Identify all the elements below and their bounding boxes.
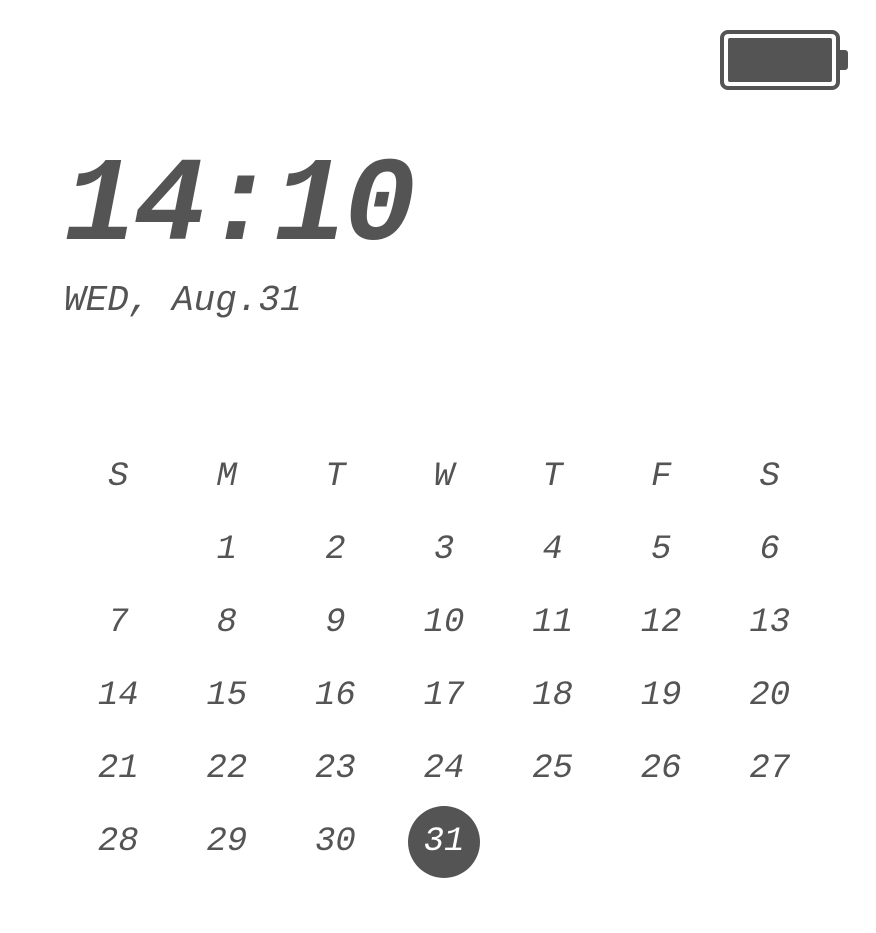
calendar-day[interactable]: 22 <box>173 750 282 788</box>
calendar-day-label: 30 <box>315 823 356 861</box>
calendar-day[interactable]: 11 <box>498 604 607 642</box>
calendar-day[interactable]: 10 <box>390 604 499 642</box>
calendar-day-label: 28 <box>98 823 139 861</box>
calendar-day[interactable]: 3 <box>390 531 499 569</box>
calendar-day-label: 25 <box>532 750 573 788</box>
calendar-day-label: 2 <box>325 531 345 569</box>
calendar-day[interactable]: 31 <box>390 823 499 861</box>
calendar-day[interactable]: 26 <box>607 750 716 788</box>
calendar-day[interactable]: 30 <box>281 823 390 861</box>
calendar-day-header: T <box>498 458 607 496</box>
calendar-day-label: 23 <box>315 750 356 788</box>
calendar-day-label: 21 <box>98 750 139 788</box>
calendar-day-header: M <box>173 458 282 496</box>
calendar: SMTWTFS 12345678910111213141516171819202… <box>64 440 824 878</box>
battery-fill <box>728 38 832 82</box>
calendar-day-label: 4 <box>542 531 562 569</box>
calendar-day-label: 13 <box>749 604 790 642</box>
calendar-day-label: 20 <box>749 677 790 715</box>
calendar-day-label: 19 <box>641 677 682 715</box>
calendar-day-label: 6 <box>760 531 780 569</box>
calendar-day-label: 27 <box>749 750 790 788</box>
calendar-day[interactable]: 5 <box>607 531 716 569</box>
calendar-day[interactable]: 23 <box>281 750 390 788</box>
calendar-day-header: W <box>390 458 499 496</box>
calendar-day-label: 1 <box>217 531 237 569</box>
calendar-day-label: 29 <box>206 823 247 861</box>
calendar-week-row: 28 29 30 31 <box>64 805 824 878</box>
calendar-day[interactable]: 16 <box>281 677 390 715</box>
calendar-day-header: S <box>64 458 173 496</box>
calendar-day-label: 3 <box>434 531 454 569</box>
calendar-day[interactable]: 17 <box>390 677 499 715</box>
calendar-day[interactable]: 2 <box>281 531 390 569</box>
calendar-day-label: 18 <box>532 677 573 715</box>
calendar-day[interactable]: 19 <box>607 677 716 715</box>
calendar-day-label: 8 <box>217 604 237 642</box>
clock-time: 14:10 <box>64 140 414 276</box>
calendar-day[interactable]: 7 <box>64 604 173 642</box>
calendar-header-row: SMTWTFS <box>64 440 824 513</box>
calendar-day-label: 16 <box>315 677 356 715</box>
calendar-day[interactable]: 21 <box>64 750 173 788</box>
calendar-day[interactable]: 14 <box>64 677 173 715</box>
calendar-day-label: 14 <box>98 677 139 715</box>
calendar-day[interactable]: 24 <box>390 750 499 788</box>
calendar-day[interactable]: 6 <box>715 531 824 569</box>
calendar-day-label: 12 <box>641 604 682 642</box>
calendar-day-label: 5 <box>651 531 671 569</box>
calendar-day-label: 26 <box>641 750 682 788</box>
calendar-day[interactable]: 20 <box>715 677 824 715</box>
calendar-day[interactable]: 4 <box>498 531 607 569</box>
calendar-day-header: S <box>715 458 824 496</box>
calendar-day[interactable]: 18 <box>498 677 607 715</box>
calendar-day-label: 7 <box>108 604 128 642</box>
battery-icon <box>720 30 844 90</box>
calendar-day[interactable]: 29 <box>173 823 282 861</box>
calendar-week-row: 7 8 9 10 11 12 13 <box>64 586 824 659</box>
calendar-day-label: 9 <box>325 604 345 642</box>
calendar-day-label: 11 <box>532 604 573 642</box>
calendar-week-row: 21 22 23 24 25 26 27 <box>64 732 824 805</box>
calendar-day-header: F <box>607 458 716 496</box>
calendar-day-label: 10 <box>424 604 465 642</box>
calendar-day[interactable]: 12 <box>607 604 716 642</box>
calendar-day-header: T <box>281 458 390 496</box>
calendar-day[interactable]: 13 <box>715 604 824 642</box>
calendar-day-label: 24 <box>424 750 465 788</box>
calendar-day[interactable]: 9 <box>281 604 390 642</box>
calendar-day-label: 31 <box>424 823 465 861</box>
calendar-day-label: 17 <box>424 677 465 715</box>
calendar-day-label: 15 <box>206 677 247 715</box>
calendar-day[interactable]: 1 <box>173 531 282 569</box>
calendar-week-row: 1 2 3 4 5 6 <box>64 513 824 586</box>
calendar-day[interactable]: 15 <box>173 677 282 715</box>
calendar-day[interactable]: 27 <box>715 750 824 788</box>
calendar-day[interactable]: 8 <box>173 604 282 642</box>
calendar-week-row: 14 15 16 17 18 19 20 <box>64 659 824 732</box>
clock-date: WED, Aug.31 <box>64 280 302 321</box>
calendar-day[interactable]: 28 <box>64 823 173 861</box>
calendar-day[interactable]: 25 <box>498 750 607 788</box>
calendar-day-label: 22 <box>206 750 247 788</box>
